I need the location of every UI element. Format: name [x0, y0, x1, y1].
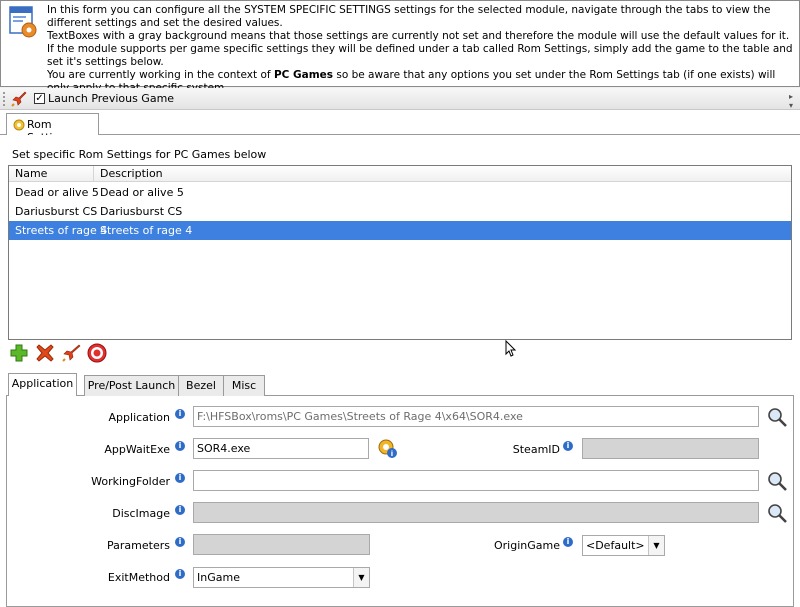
- cell-name: Streets of rage 4: [15, 224, 108, 237]
- exitmethod-label: ExitMethod: [107, 571, 170, 584]
- discimage-field[interactable]: [193, 502, 759, 523]
- cell-name: Dariusburst CS: [15, 205, 98, 218]
- tab-pre-post-launch[interactable]: Pre/Post Launch: [84, 375, 179, 396]
- column-header-name[interactable]: Name: [9, 166, 94, 182]
- info-line-2: TextBoxes with a gray background means t…: [47, 30, 790, 42]
- target-icon[interactable]: [86, 342, 108, 364]
- search-icon[interactable]: [766, 406, 789, 428]
- appwaitexe-label: AppWaitExe: [104, 443, 170, 456]
- toolbar-grip[interactable]: [3, 92, 6, 106]
- table-row[interactable]: Dead or alive 5 Dead or alive 5: [9, 183, 791, 202]
- cell-description: Dariusburst CS: [100, 205, 183, 218]
- rocket-icon[interactable]: [10, 90, 28, 108]
- launch-previous-checkbox[interactable]: ✓: [34, 93, 45, 104]
- info-icon[interactable]: i: [175, 537, 185, 547]
- cell-name: Dead or alive 5: [15, 186, 99, 199]
- workingfolder-label: WorkingFolder: [91, 475, 170, 488]
- rom-settings-table[interactable]: Name Description Dead or alive 5 Dead or…: [8, 165, 792, 340]
- origingame-select[interactable]: <Default> ▼: [582, 535, 665, 556]
- info-icon[interactable]: i: [175, 409, 185, 419]
- info-text: In this form you can configure all the S…: [47, 4, 793, 95]
- info-icon[interactable]: i: [563, 441, 573, 451]
- info-line-3: If the module supports per game specific…: [47, 43, 793, 68]
- application-label: Application: [108, 411, 170, 424]
- cell-description: Dead or alive 5: [100, 186, 184, 199]
- info-icon[interactable]: i: [175, 473, 185, 483]
- chevron-down-icon[interactable]: ▼: [648, 536, 664, 555]
- process-picker-icon[interactable]: i: [376, 437, 399, 459]
- workingfolder-field[interactable]: [193, 470, 759, 491]
- origingame-selected-value: <Default>: [586, 539, 645, 552]
- steamid-label: SteamID: [512, 443, 560, 456]
- section-label: Set specific Rom Settings for PC Games b…: [12, 148, 267, 161]
- chevron-down-icon[interactable]: ▼: [353, 568, 369, 587]
- toolbar-overflow-icon[interactable]: ▸ ▾: [789, 92, 798, 110]
- column-header-description[interactable]: Description: [94, 166, 791, 182]
- tab-rom-settings[interactable]: Rom Settings: [6, 113, 99, 144]
- info-icon[interactable]: i: [175, 569, 185, 579]
- table-row-selected[interactable]: Streets of rage 4 Streets of rage 4: [9, 221, 791, 240]
- info-panel: In this form you can configure all the S…: [0, 0, 800, 94]
- top-tabstrip: Rom Settings: [0, 110, 800, 144]
- add-icon[interactable]: [8, 342, 30, 364]
- tab-misc[interactable]: Misc: [223, 375, 265, 396]
- lower-tabstrip: Application Pre/Post Launch Bezel Misc: [6, 373, 794, 397]
- tab-application[interactable]: Application: [8, 373, 77, 397]
- application-form: Application i F:\HFSBox\roms\PC Games\St…: [6, 396, 794, 607]
- delete-icon[interactable]: [34, 342, 56, 364]
- exitmethod-select[interactable]: InGame ▼: [193, 567, 370, 588]
- settings-form-icon: [7, 5, 39, 39]
- launch-previous-label: Launch Previous Game: [48, 92, 175, 105]
- rom-settings-content: Set specific Rom Settings for PC Games b…: [0, 135, 800, 607]
- info-icon[interactable]: i: [563, 537, 573, 547]
- svg-text:i: i: [391, 450, 393, 458]
- appwaitexe-field[interactable]: SOR4.exe: [193, 438, 369, 459]
- application-field[interactable]: F:\HFSBox\roms\PC Games\Streets of Rage …: [193, 406, 759, 427]
- info-line-1: In this form you can configure all the S…: [47, 4, 771, 29]
- mouse-cursor-icon: [505, 339, 517, 358]
- table-row[interactable]: Dariusburst CS Dariusburst CS: [9, 202, 791, 221]
- tab-bezel[interactable]: Bezel: [178, 375, 224, 396]
- toolbar: ✓ Launch Previous Game ▸ ▾: [0, 88, 800, 110]
- launch-icon[interactable]: [60, 342, 82, 364]
- table-action-bar: [8, 342, 128, 364]
- cell-description: Streets of rage 4: [100, 224, 193, 237]
- parameters-field[interactable]: [193, 534, 370, 555]
- origingame-label: OriginGame: [494, 539, 560, 552]
- parameters-label: Parameters: [107, 539, 170, 552]
- exitmethod-selected-value: InGame: [197, 571, 240, 584]
- steamid-field[interactable]: [582, 438, 759, 459]
- search-icon[interactable]: [766, 502, 789, 524]
- info-icon[interactable]: i: [175, 441, 185, 451]
- rom-settings-icon: [13, 119, 25, 131]
- search-icon[interactable]: [766, 470, 789, 492]
- info-icon[interactable]: i: [175, 505, 185, 515]
- discimage-label: DiscImage: [112, 507, 170, 520]
- table-header: Name Description: [9, 166, 791, 182]
